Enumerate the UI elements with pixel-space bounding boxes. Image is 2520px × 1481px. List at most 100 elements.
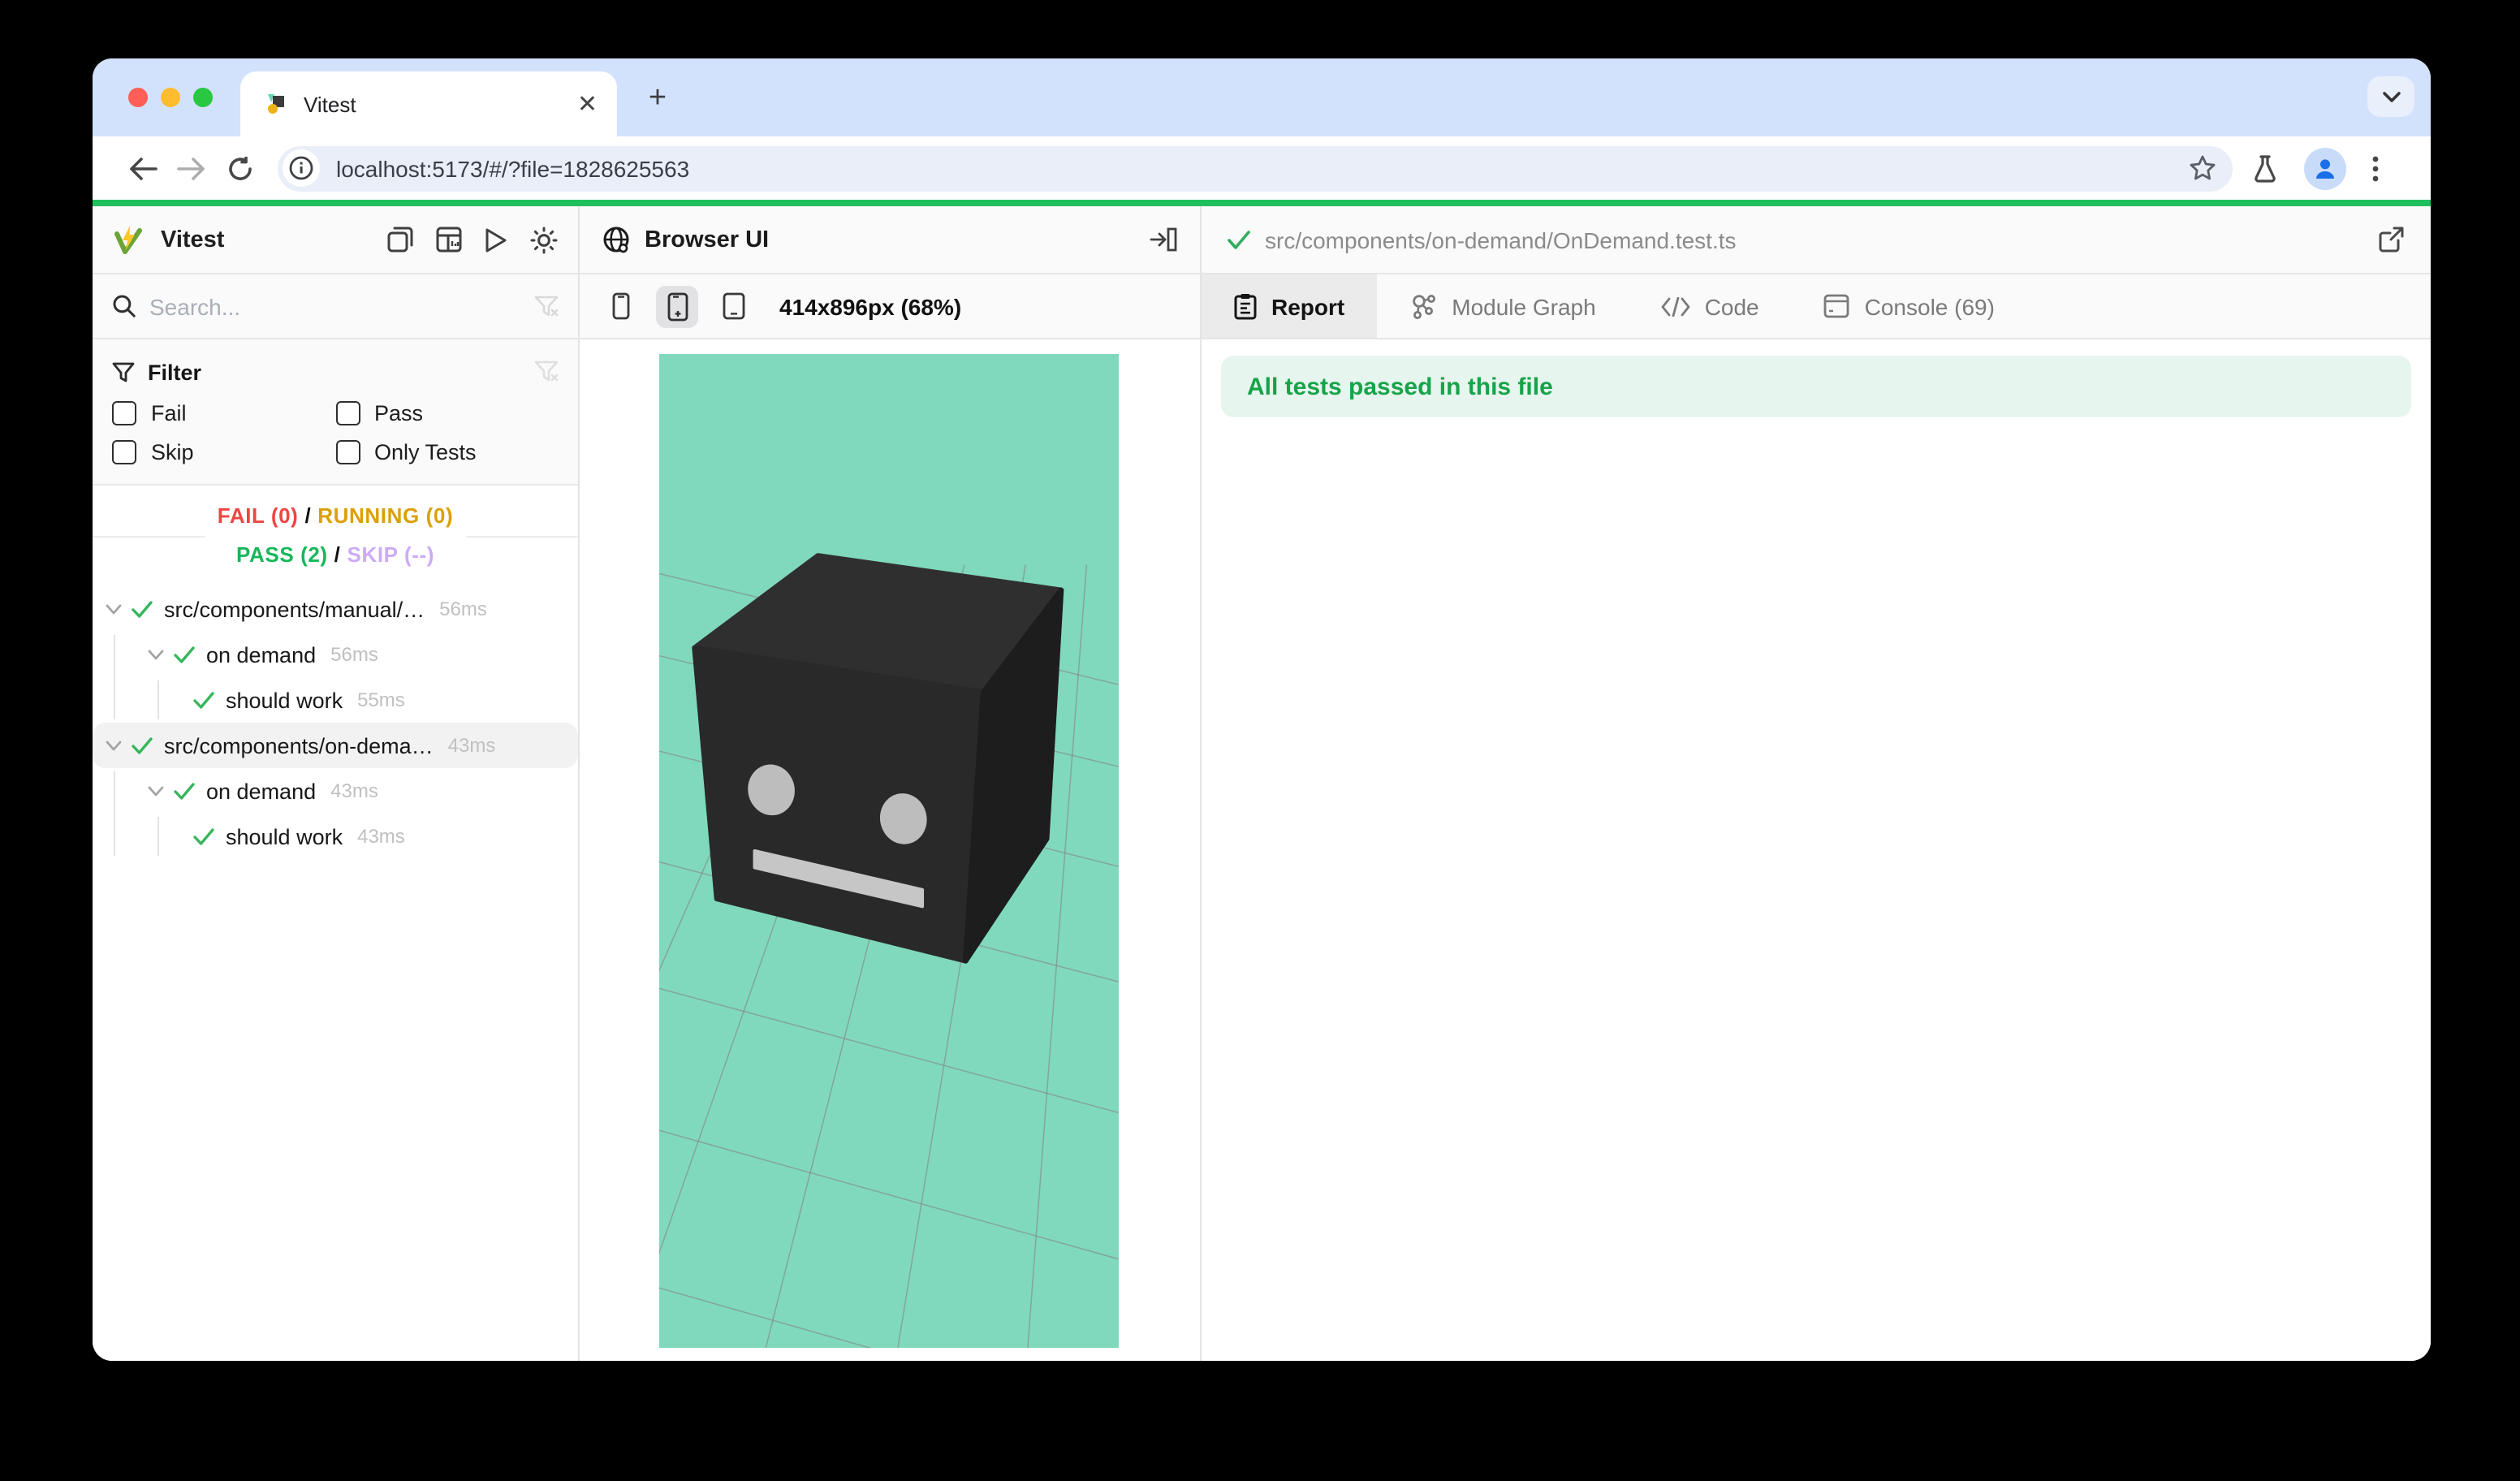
tab-report[interactable]: Report	[1202, 274, 1377, 338]
dashboard-icon[interactable]	[435, 226, 463, 253]
browser-tab[interactable]: Vitest ✕	[240, 71, 617, 136]
minimize-window-button[interactable]	[161, 88, 180, 107]
test-file-row-selected[interactable]: src/components/on-dema… 43ms	[93, 723, 578, 768]
tree-indent-guide	[114, 635, 115, 719]
viewport-size-label: 414x896px (68%)	[779, 293, 961, 319]
ui-windows-icon[interactable]	[386, 226, 414, 253]
checkbox[interactable]	[112, 440, 136, 464]
vitest-favicon-icon	[263, 91, 289, 117]
forward-button[interactable]	[167, 157, 216, 179]
checkbox-label: Fail	[151, 401, 187, 425]
site-info-icon	[289, 156, 313, 180]
tab-label: Report	[1271, 293, 1344, 319]
checkbox-label: Skip	[151, 440, 194, 464]
summary-line-1: FAIL (0)/RUNNING (0)	[218, 497, 453, 536]
preview-area	[580, 339, 1200, 1361]
app-title: Vitest	[161, 227, 373, 253]
test-summary-counts: FAIL (0)/RUNNING (0) PASS (2)/SKIP (--)	[205, 497, 466, 575]
back-button[interactable]	[119, 157, 167, 179]
profile-avatar[interactable]	[2304, 147, 2346, 189]
screen: Vitest ✕ +	[0, 0, 2520, 1481]
theme-toggle-sun-icon[interactable]	[529, 225, 559, 254]
checkbox-label: Pass	[374, 401, 423, 425]
test-name: src/components/manual/…	[164, 597, 425, 621]
filter-checkbox-fail[interactable]: Fail	[112, 401, 335, 425]
device-phone-small-button[interactable]	[599, 285, 641, 327]
filter-checkbox-only-tests[interactable]: Only Tests	[335, 440, 559, 464]
checkbox[interactable]	[112, 401, 136, 425]
tab-console[interactable]: Console (69)	[1792, 274, 2027, 338]
browser-panel-title: Browser UI	[645, 227, 1135, 253]
clear-filter-icon[interactable]	[534, 361, 559, 383]
url-text[interactable]: localhost:5173/#/?file=1828625563	[336, 155, 2189, 181]
tab-search-button[interactable]	[2367, 76, 2414, 117]
separator: /	[298, 503, 317, 528]
back-arrow-icon	[128, 157, 158, 179]
module-graph-icon	[1409, 292, 1437, 320]
test-duration: 56ms	[439, 598, 487, 620]
person-icon	[2312, 155, 2338, 181]
search-icon	[112, 294, 136, 318]
reload-button[interactable]	[216, 155, 265, 181]
test-suite-row[interactable]: on demand 43ms	[93, 768, 578, 814]
console-icon	[1824, 294, 1850, 318]
search-input[interactable]: Search...	[149, 293, 521, 319]
device-phone-plus-button[interactable]	[656, 285, 698, 327]
filter-options: Fail Pass Skip Only Tests	[112, 401, 559, 464]
chevron-down-icon[interactable]	[148, 649, 164, 660]
vitest-logo-icon	[112, 223, 145, 256]
window-controls	[128, 88, 213, 107]
chevron-down-icon[interactable]	[148, 785, 164, 797]
run-all-icon[interactable]	[484, 227, 508, 253]
test-case-row[interactable]: should work 43ms	[93, 814, 578, 859]
test-duration: 55ms	[357, 689, 405, 711]
close-window-button[interactable]	[128, 88, 148, 107]
menu-dots-icon[interactable]	[2372, 155, 2379, 181]
chevron-down-icon[interactable]	[106, 603, 122, 615]
address-bar[interactable]: localhost:5173/#/?file=1828625563	[278, 145, 2233, 191]
browser-preview-viewport[interactable]	[659, 354, 1119, 1348]
device-toolbar: 414x896px (68%)	[580, 274, 1200, 339]
open-external-icon[interactable]	[2377, 226, 2405, 253]
chevron-down-icon[interactable]	[106, 740, 122, 751]
experiments-flask-icon[interactable]	[2252, 153, 2278, 183]
sidebar-actions	[386, 225, 559, 254]
pass-check-icon	[132, 736, 153, 754]
vitest-ui: Vitest	[93, 206, 2431, 1361]
separator: /	[328, 542, 347, 567]
pass-check-icon	[174, 646, 195, 663]
search-bar[interactable]: Search...	[93, 274, 578, 339]
test-duration: 43ms	[330, 779, 378, 802]
filter-checkbox-skip[interactable]: Skip	[112, 440, 335, 464]
checkbox[interactable]	[335, 401, 360, 425]
device-tablet-button[interactable]	[713, 285, 755, 327]
test-suite-row[interactable]: on demand 56ms	[93, 632, 578, 677]
test-name: should work	[226, 688, 343, 712]
test-duration: 56ms	[330, 643, 378, 666]
filter-header: Filter	[112, 352, 559, 391]
expand-panel-icon[interactable]	[1150, 227, 1177, 252]
new-tab-button[interactable]: +	[638, 80, 677, 119]
test-case-row[interactable]: should work 55ms	[93, 677, 578, 723]
tab-module-graph[interactable]: Module Graph	[1377, 274, 1628, 338]
site-info-button[interactable]	[283, 149, 320, 187]
zoom-window-button[interactable]	[193, 88, 213, 107]
fail-count: FAIL (0)	[218, 503, 299, 528]
report-panel: src/components/on-demand/OnDemand.test.t…	[1202, 206, 2431, 1361]
bookmark-star-icon[interactable]	[2189, 154, 2216, 182]
filter-title: Filter	[148, 360, 521, 384]
test-file-row[interactable]: src/components/manual/… 56ms	[93, 586, 578, 632]
filter-panel: Filter Fail Pass	[93, 339, 578, 486]
funnel-icon	[112, 361, 135, 382]
report-tabs: Report Module Graph	[1202, 274, 2431, 339]
pass-check-icon	[193, 691, 214, 709]
test-name: src/components/on-dema…	[164, 733, 434, 758]
clear-filter-icon[interactable]	[534, 295, 559, 317]
tab-code[interactable]: Code	[1629, 274, 1792, 338]
filter-checkbox-pass[interactable]: Pass	[335, 401, 559, 425]
pass-check-icon	[1228, 230, 1250, 249]
skip-count: SKIP (--)	[347, 542, 435, 567]
checkbox[interactable]	[335, 440, 360, 464]
test-duration: 43ms	[357, 825, 405, 848]
close-tab-icon[interactable]: ✕	[577, 89, 598, 119]
